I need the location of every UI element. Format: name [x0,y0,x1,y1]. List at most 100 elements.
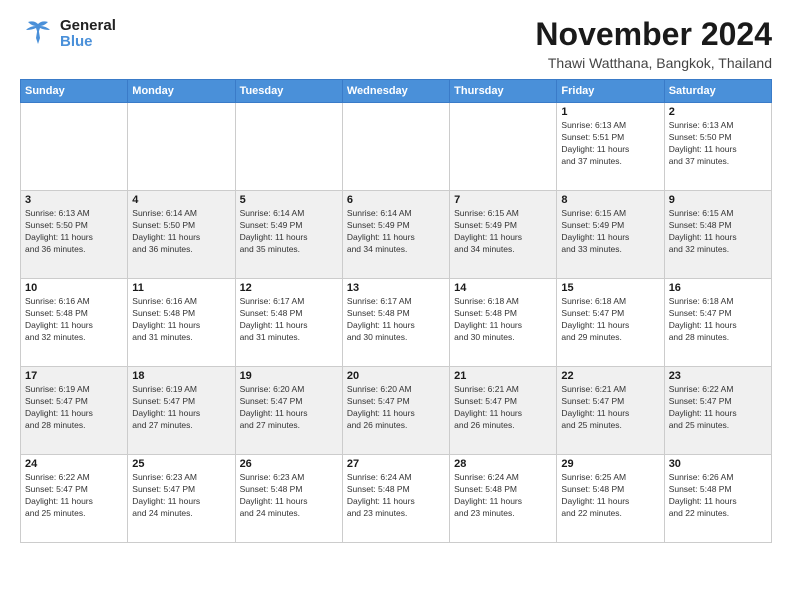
day-number: 15 [561,282,659,294]
calendar: Sunday Monday Tuesday Wednesday Thursday… [20,79,772,543]
calendar-cell [235,103,342,191]
day-number: 24 [25,458,123,470]
day-number: 16 [669,282,767,294]
calendar-cell: 8Sunrise: 6:15 AM Sunset: 5:49 PM Daylig… [557,191,664,279]
col-tuesday: Tuesday [235,80,342,103]
day-number: 21 [454,370,552,382]
calendar-cell: 12 Sunrise: 6:17 AM Sunset: 5:48 PM Dayli… [235,279,342,367]
day-info: Sunrise: 6:24 AM Sunset: 5:48 PM Dayligh… [454,472,552,520]
day-number: 1 [561,106,659,118]
day-number: 23 [669,370,767,382]
calendar-cell: 25 Sunrise: 6:23 AM Sunset: 5:47 PM Dayli… [128,455,235,543]
day-number: 9 [669,194,767,206]
calendar-cell: 24 Sunrise: 6:22 AM Sunset: 5:47 PM Dayli… [21,455,128,543]
logo: General Blue [20,16,116,52]
day-number: 29 [561,458,659,470]
day-info: Sunrise: 6:16 AM Sunset: 5:48 PM Dayligh… [25,296,123,344]
day-info: Sunrise: 6:14 AM Sunset: 5:50 PM Dayligh… [132,208,230,256]
calendar-week-4: 17 Sunrise: 6:19 AM Sunset: 5:47 PM Dayli… [21,367,772,455]
title-block: November 2024 Thawi Watthana, Bangkok, T… [535,16,772,71]
day-number: 27 [347,458,445,470]
calendar-cell: 18Sunrise: 6:19 AM Sunset: 5:47 PM Dayli… [128,367,235,455]
day-info: Sunrise: 6:16 AM Sunset: 5:48 PM Dayligh… [132,296,230,344]
day-info: Sunrise: 6:13 AM Sunset: 5:51 PM Dayligh… [561,120,659,168]
calendar-cell: 20Sunrise: 6:20 AM Sunset: 5:47 PM Dayli… [342,367,449,455]
calendar-cell: 13Sunrise: 6:17 AM Sunset: 5:48 PM Dayli… [342,279,449,367]
day-number: 5 [240,194,338,206]
calendar-cell [342,103,449,191]
day-number: 3 [25,194,123,206]
col-thursday: Thursday [450,80,557,103]
calendar-cell: 16 Sunrise: 6:18 AM Sunset: 5:47 PM Dayli… [664,279,771,367]
day-info: Sunrise: 6:23 AM Sunset: 5:48 PM Dayligh… [240,472,338,520]
calendar-cell: 5Sunrise: 6:14 AM Sunset: 5:49 PM Daylig… [235,191,342,279]
day-info: Sunrise: 6:22 AM Sunset: 5:47 PM Dayligh… [25,472,123,520]
calendar-week-2: 3 Sunrise: 6:13 AM Sunset: 5:50 PM Daylig… [21,191,772,279]
calendar-header-row: Sunday Monday Tuesday Wednesday Thursday… [21,80,772,103]
col-saturday: Saturday [664,80,771,103]
day-info: Sunrise: 6:21 AM Sunset: 5:47 PM Dayligh… [561,384,659,432]
day-info: Sunrise: 6:21 AM Sunset: 5:47 PM Dayligh… [454,384,552,432]
calendar-cell [450,103,557,191]
calendar-cell [21,103,128,191]
day-number: 12 [240,282,338,294]
month-title: November 2024 [535,16,772,53]
day-info: Sunrise: 6:20 AM Sunset: 5:47 PM Dayligh… [240,384,338,432]
col-sunday: Sunday [21,80,128,103]
day-info: Sunrise: 6:19 AM Sunset: 5:47 PM Dayligh… [132,384,230,432]
day-info: Sunrise: 6:17 AM Sunset: 5:48 PM Dayligh… [240,296,338,344]
day-info: Sunrise: 6:22 AM Sunset: 5:47 PM Dayligh… [669,384,767,432]
day-info: Sunrise: 6:18 AM Sunset: 5:48 PM Dayligh… [454,296,552,344]
day-number: 11 [132,282,230,294]
calendar-cell: 19Sunrise: 6:20 AM Sunset: 5:47 PM Dayli… [235,367,342,455]
calendar-cell: 23 Sunrise: 6:22 AM Sunset: 5:47 PM Dayli… [664,367,771,455]
day-number: 17 [25,370,123,382]
calendar-week-5: 24 Sunrise: 6:22 AM Sunset: 5:47 PM Dayli… [21,455,772,543]
col-friday: Friday [557,80,664,103]
logo-name: General Blue [60,18,116,51]
calendar-cell [128,103,235,191]
calendar-cell: 3 Sunrise: 6:13 AM Sunset: 5:50 PM Daylig… [21,191,128,279]
day-number: 20 [347,370,445,382]
calendar-cell: 26 Sunrise: 6:23 AM Sunset: 5:48 PM Dayli… [235,455,342,543]
calendar-cell: 27 Sunrise: 6:24 AM Sunset: 5:48 PM Dayli… [342,455,449,543]
calendar-cell: 22 Sunrise: 6:21 AM Sunset: 5:47 PM Dayli… [557,367,664,455]
col-wednesday: Wednesday [342,80,449,103]
calendar-cell: 21 Sunrise: 6:21 AM Sunset: 5:47 PM Dayli… [450,367,557,455]
day-info: Sunrise: 6:26 AM Sunset: 5:48 PM Dayligh… [669,472,767,520]
day-number: 6 [347,194,445,206]
calendar-cell: 9 Sunrise: 6:15 AM Sunset: 5:48 PM Daylig… [664,191,771,279]
calendar-cell: 17Sunrise: 6:19 AM Sunset: 5:47 PM Dayli… [21,367,128,455]
day-number: 25 [132,458,230,470]
day-number: 7 [454,194,552,206]
day-number: 30 [669,458,767,470]
day-info: Sunrise: 6:18 AM Sunset: 5:47 PM Dayligh… [669,296,767,344]
day-info: Sunrise: 6:13 AM Sunset: 5:50 PM Dayligh… [669,120,767,168]
calendar-cell: 14 Sunrise: 6:18 AM Sunset: 5:48 PM Dayli… [450,279,557,367]
day-info: Sunrise: 6:13 AM Sunset: 5:50 PM Dayligh… [25,208,123,256]
day-number: 26 [240,458,338,470]
logo-icon [20,16,56,52]
day-number: 13 [347,282,445,294]
day-info: Sunrise: 6:23 AM Sunset: 5:47 PM Dayligh… [132,472,230,520]
header: General Blue November 2024 Thawi Watthan… [20,16,772,71]
day-info: Sunrise: 6:24 AM Sunset: 5:48 PM Dayligh… [347,472,445,520]
day-info: Sunrise: 6:15 AM Sunset: 5:48 PM Dayligh… [669,208,767,256]
day-info: Sunrise: 6:15 AM Sunset: 5:49 PM Dayligh… [454,208,552,256]
calendar-cell: 1 Sunrise: 6:13 AM Sunset: 5:51 PM Daylig… [557,103,664,191]
calendar-cell: 4 Sunrise: 6:14 AM Sunset: 5:50 PM Daylig… [128,191,235,279]
logo-blue-text: Blue [60,34,116,51]
calendar-cell: 2 Sunrise: 6:13 AM Sunset: 5:50 PM Daylig… [664,103,771,191]
calendar-week-1: 1 Sunrise: 6:13 AM Sunset: 5:51 PM Daylig… [21,103,772,191]
calendar-cell: 7 Sunrise: 6:15 AM Sunset: 5:49 PM Daylig… [450,191,557,279]
day-number: 22 [561,370,659,382]
day-number: 4 [132,194,230,206]
calendar-cell: 11 Sunrise: 6:16 AM Sunset: 5:48 PM Dayli… [128,279,235,367]
day-info: Sunrise: 6:25 AM Sunset: 5:48 PM Dayligh… [561,472,659,520]
day-number: 14 [454,282,552,294]
calendar-cell: 10Sunrise: 6:16 AM Sunset: 5:48 PM Dayli… [21,279,128,367]
day-info: Sunrise: 6:15 AM Sunset: 5:49 PM Dayligh… [561,208,659,256]
calendar-cell: 28Sunrise: 6:24 AM Sunset: 5:48 PM Dayli… [450,455,557,543]
day-number: 2 [669,106,767,118]
location: Thawi Watthana, Bangkok, Thailand [535,55,772,71]
